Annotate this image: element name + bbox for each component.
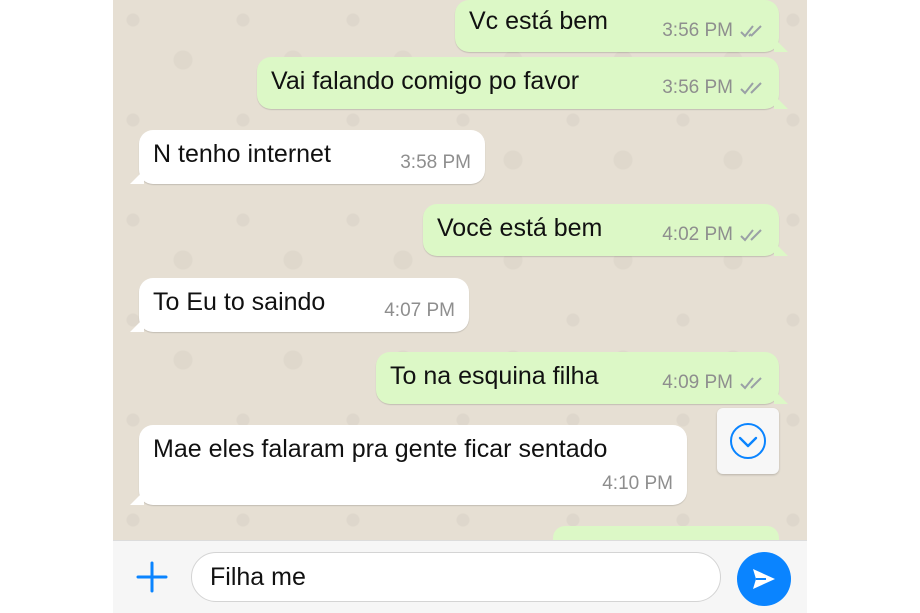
message-bubble-outgoing[interactable]: Vc está bem 3:56 PM — [455, 0, 788, 52]
message-bubble-outgoing[interactable]: Vai falando comigo po favor 3:56 PM — [257, 57, 788, 109]
message-bubble-incoming[interactable]: Mae eles falaram pra gente ficar sentado… — [130, 425, 687, 505]
message-text: Vc está bem — [469, 7, 608, 35]
message-text: To Eu to saindo — [153, 288, 326, 316]
message-text: N tenho internet — [153, 140, 331, 168]
send-button[interactable] — [737, 552, 791, 606]
message-meta: 4:10 PM — [602, 469, 673, 499]
message-meta: 3:58 PM — [400, 148, 471, 178]
message-meta: 4:07 PM — [384, 296, 455, 326]
message-text: Mae eles falaram pra gente ficar sentado — [153, 435, 608, 463]
double-check-icon — [739, 227, 765, 243]
chevron-down-icon — [730, 423, 766, 459]
message-time: 4:07 PM — [384, 300, 455, 321]
message-meta: 3:56 PM — [662, 73, 765, 103]
message-text: Você está bem — [437, 214, 603, 242]
message-time: 4:02 PM — [662, 224, 733, 245]
double-check-icon — [739, 375, 765, 391]
double-check-icon — [739, 23, 765, 39]
attach-button[interactable] — [133, 558, 171, 596]
message-time: 3:58 PM — [400, 152, 471, 173]
message-time: 3:56 PM — [662, 20, 733, 41]
message-list[interactable]: Vc está bem 3:56 PM Vai falando comigo p… — [113, 0, 807, 556]
message-meta: 4:02 PM — [662, 220, 765, 250]
message-text: Vai falando comigo po favor — [271, 67, 580, 95]
message-bubble-outgoing[interactable]: Você está bem 4:02 PM — [423, 204, 788, 256]
message-text: To na esquina filha — [390, 362, 599, 390]
double-check-icon — [739, 80, 765, 96]
message-meta: 3:56 PM — [662, 16, 765, 46]
chat-screen: Vc está bem 3:56 PM Vai falando comigo p… — [113, 0, 807, 613]
message-bubble-incoming[interactable]: N tenho internet 3:58 PM — [130, 130, 485, 184]
message-bubble-outgoing[interactable]: To na esquina filha 4:09 PM — [376, 352, 788, 404]
send-icon — [753, 569, 775, 589]
composer-bar: Filha me — [113, 540, 807, 613]
message-meta: 4:09 PM — [662, 368, 765, 398]
message-time: 4:09 PM — [662, 372, 733, 393]
scroll-to-bottom-button[interactable] — [717, 408, 779, 474]
message-bubble-incoming[interactable]: To Eu to saindo 4:07 PM — [130, 278, 469, 332]
plus-icon — [136, 561, 168, 593]
message-time: 3:56 PM — [662, 77, 733, 98]
message-time: 4:10 PM — [602, 473, 673, 494]
message-input[interactable]: Filha me — [191, 552, 721, 602]
